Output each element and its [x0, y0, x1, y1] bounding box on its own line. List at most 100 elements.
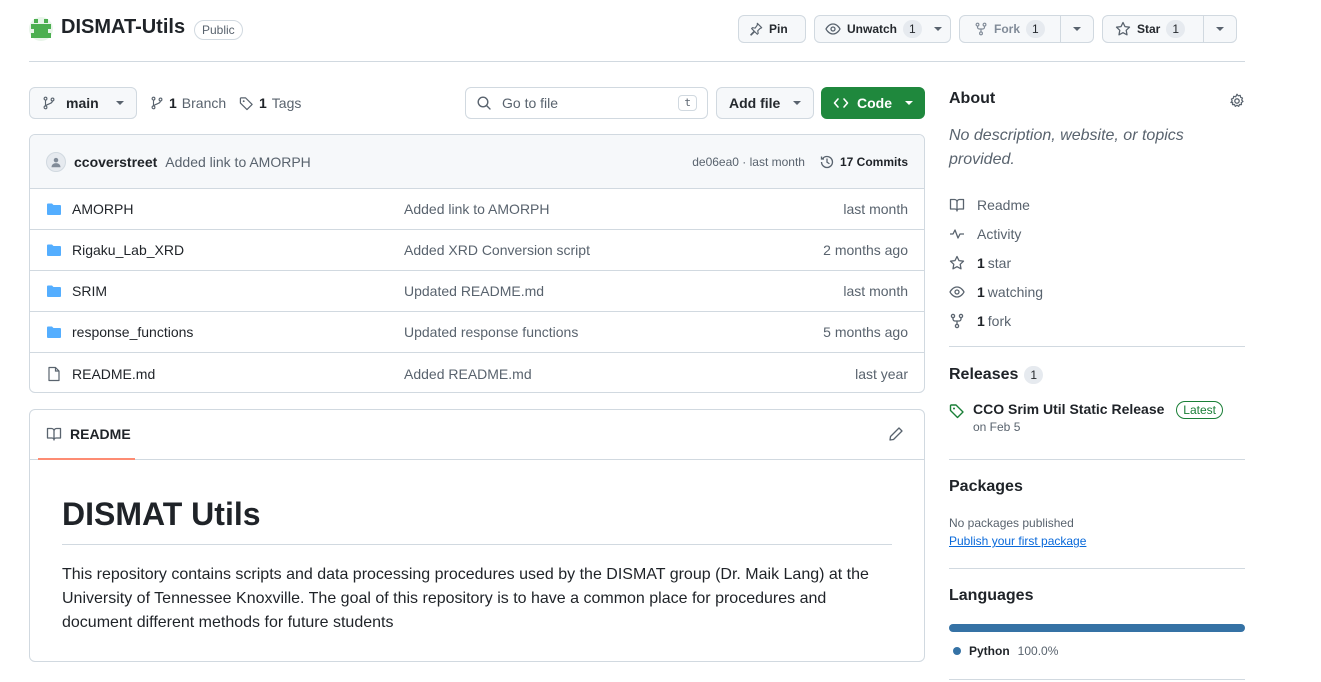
branch-count: 1 — [169, 95, 177, 111]
about-item-watching[interactable]: 1 watching — [949, 277, 1245, 306]
file-name-cell[interactable]: response_functions — [46, 324, 404, 340]
about-item-count: 1 — [977, 283, 985, 300]
chevron-down-icon — [905, 101, 913, 105]
file-name[interactable]: SRIM — [72, 283, 107, 299]
go-to-file-input[interactable]: Go to file t — [465, 87, 708, 119]
repo-avatar-icon[interactable] — [29, 17, 53, 41]
pencil-icon[interactable] — [888, 426, 904, 442]
repo-name[interactable]: DISMAT-Utils — [61, 16, 185, 39]
table-row[interactable]: response_functions Updated response funct… — [30, 312, 924, 353]
tag-label: Tags — [271, 95, 302, 111]
commit-author[interactable]: ccoverstreet — [74, 154, 157, 170]
table-row[interactable]: Rigaku_Lab_XRD Added XRD Conversion scrip… — [30, 230, 924, 271]
table-row[interactable]: README.md Added README.md last year — [30, 353, 924, 392]
visibility-badge: Public — [194, 20, 243, 40]
chevron-down-icon — [1216, 27, 1224, 31]
readme-paragraph: This repository contains scripts and dat… — [62, 566, 869, 631]
branch-selector[interactable]: main — [29, 87, 137, 119]
eye-icon — [825, 23, 841, 35]
file-name[interactable]: AMORPH — [72, 201, 133, 217]
about-item-count: 1 — [977, 312, 985, 329]
gear-icon[interactable] — [1229, 93, 1245, 109]
commits-link[interactable]: 17 Commits — [819, 154, 908, 170]
file-name[interactable]: README.md — [72, 366, 155, 382]
code-button[interactable]: Code — [821, 87, 925, 119]
fork-icon — [975, 22, 987, 36]
sidebar-divider — [949, 459, 1245, 460]
file-commit-date: last month — [843, 283, 908, 299]
file-commit-date: 5 months ago — [823, 324, 908, 340]
file-browser: ccoverstreet Added link to AMORPH de06ea… — [29, 134, 925, 393]
book-icon — [949, 198, 965, 212]
table-row[interactable]: SRIM Updated README.md last month — [30, 271, 924, 312]
star-icon — [1115, 21, 1131, 36]
star-icon — [949, 255, 965, 269]
languages-title: Languages — [949, 587, 1034, 604]
tag-icon — [949, 404, 964, 419]
folder-icon — [47, 203, 61, 215]
shortcut-key: t — [678, 95, 697, 111]
file-name-cell[interactable]: AMORPH — [46, 201, 404, 217]
file-name[interactable]: response_functions — [72, 324, 193, 340]
star-dropdown[interactable] — [1203, 16, 1236, 42]
file-commit-date: last year — [855, 365, 908, 382]
user-icon — [51, 157, 61, 167]
about-item-text: 1 watching — [977, 284, 1043, 300]
language-name: Python — [969, 644, 1010, 658]
file-name-cell[interactable]: README.md — [46, 366, 404, 382]
pulse-icon — [950, 228, 964, 239]
watch-label: Unwatch — [847, 22, 898, 36]
release-date: on Feb 5 — [973, 420, 1021, 434]
commits-count: 17 Commits — [839, 154, 908, 169]
tags-link[interactable]: 1 Tags — [239, 87, 301, 119]
file-commit-message[interactable]: Updated README.md — [404, 283, 843, 299]
about-item-Activity[interactable]: Activity — [949, 219, 1245, 248]
file-commit-message[interactable]: Added README.md — [404, 366, 855, 382]
star-count: 1 — [1166, 20, 1186, 38]
commit-hash-time[interactable]: de06ea0 · last month — [692, 155, 805, 169]
about-item-label: star — [987, 254, 1012, 271]
about-section: About No description, website, or topics… — [949, 90, 1245, 335]
file-name-cell[interactable]: Rigaku_Lab_XRD — [46, 242, 404, 258]
release-item[interactable]: CCO Srim Util Static Release Latest on F… — [949, 401, 1245, 434]
about-item-Readme[interactable]: Readme — [949, 190, 1245, 219]
pin-button[interactable]: Pin — [738, 15, 806, 43]
branches-link[interactable]: 1 Branch — [150, 87, 226, 119]
language-item[interactable]: Python 100.0% — [949, 644, 1245, 658]
chevron-down-icon — [793, 101, 801, 105]
file-name[interactable]: Rigaku_Lab_XRD — [72, 242, 184, 258]
chevron-down-icon[interactable] — [933, 27, 942, 31]
about-item-text: Readme — [977, 197, 1030, 213]
star-button[interactable]: Star 1 — [1102, 15, 1237, 43]
sidebar-divider — [949, 679, 1245, 680]
file-commit-message[interactable]: Updated response functions — [404, 324, 823, 340]
release-name[interactable]: CCO Srim Util Static Release — [973, 401, 1164, 417]
file-commit-message[interactable]: Added link to AMORPH — [404, 201, 843, 217]
commit-message[interactable]: Added link to AMORPH — [165, 154, 311, 170]
star-label: Star — [1137, 22, 1161, 36]
tab-readme[interactable]: README — [38, 410, 135, 460]
tag-count: 1 — [259, 95, 267, 111]
fork-label: Fork — [994, 22, 1021, 36]
fork-dropdown[interactable] — [1060, 16, 1093, 42]
packages-title[interactable]: Packages — [949, 478, 1245, 496]
table-row[interactable]: AMORPH Added link to AMORPH last month — [30, 189, 924, 230]
about-item-fork[interactable]: 1 fork — [949, 306, 1245, 335]
sidebar-divider — [949, 346, 1245, 347]
releases-title[interactable]: Releases — [949, 366, 1018, 384]
add-file-label: Add file — [729, 95, 781, 111]
eye-icon — [949, 285, 965, 298]
file-name-cell[interactable]: SRIM — [46, 283, 404, 299]
avatar[interactable] — [46, 151, 66, 172]
about-item-text: 1 star — [977, 255, 1011, 271]
file-commit-message[interactable]: Added XRD Conversion script — [404, 242, 823, 258]
about-item-star[interactable]: 1 star — [949, 248, 1245, 277]
file-commit-date: 2 months ago — [823, 242, 908, 258]
languages-section: Languages Python 100.0% — [949, 587, 1245, 658]
publish-package-link[interactable]: Publish your first package — [949, 534, 1086, 548]
packages-section: Packages No packages published Publish y… — [949, 478, 1245, 548]
add-file-button[interactable]: Add file — [716, 87, 814, 119]
watch-button[interactable]: Unwatch 1 — [814, 15, 951, 43]
fork-button[interactable]: Fork 1 — [959, 15, 1094, 43]
history-icon — [820, 155, 834, 168]
